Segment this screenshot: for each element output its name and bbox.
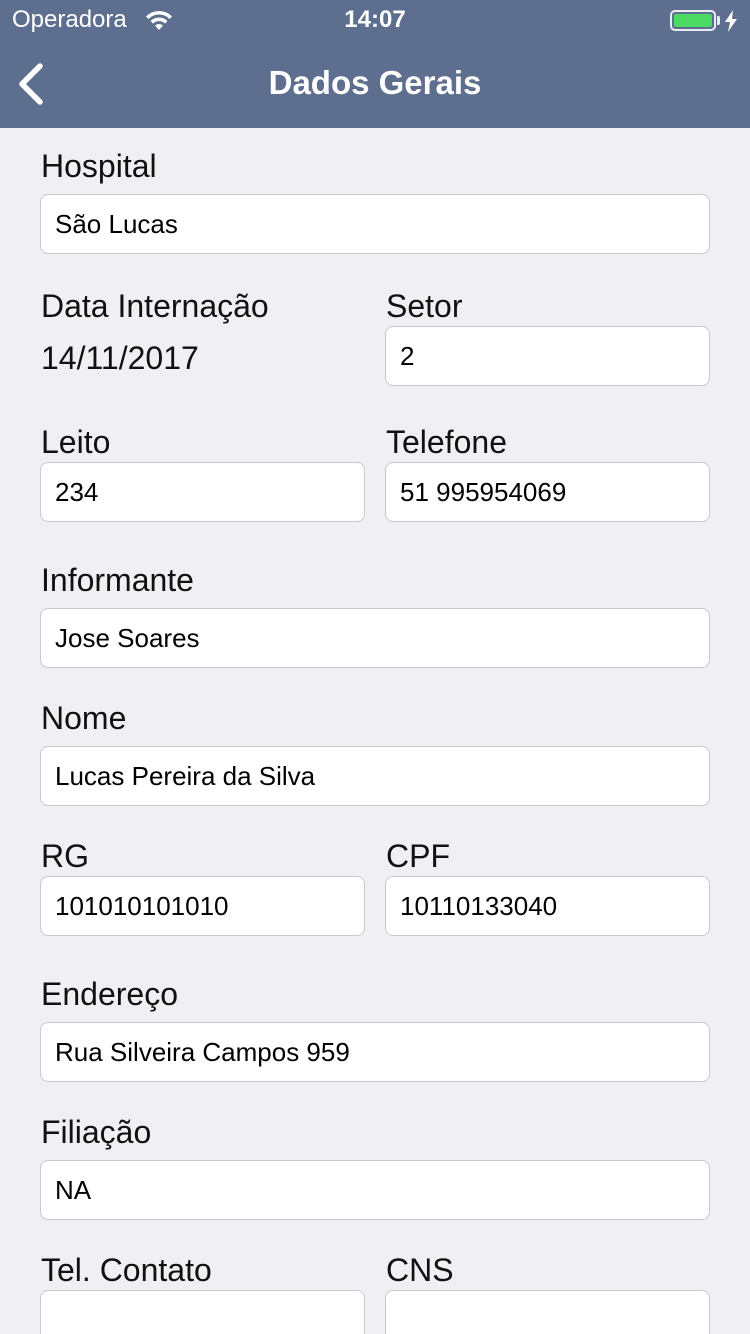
leito-label: Leito [41,424,111,460]
battery-tip [717,16,720,25]
cns-label: CNS [386,1252,454,1288]
data-internacao-value: 14/11/2017 [41,340,199,376]
nome-label: Nome [41,700,127,736]
filiacao-label: Filiação [41,1114,152,1150]
filiacao-field[interactable] [40,1160,710,1220]
charging-bolt-icon [725,10,737,32]
leito-field[interactable] [40,462,365,522]
endereco-field[interactable] [40,1022,710,1082]
rg-label: RG [41,838,89,874]
telefone-label: Telefone [386,424,507,460]
hospital-field[interactable] [40,194,710,254]
hospital-label: Hospital [41,148,157,184]
cns-field[interactable] [385,1290,710,1334]
cpf-field[interactable] [385,876,710,936]
battery-icon [670,10,716,31]
rg-field[interactable] [40,876,365,936]
tel-contato-label: Tel. Contato [41,1252,212,1288]
page-title: Dados Gerais [268,64,482,101]
endereco-label: Endereço [41,976,178,1012]
telefone-field[interactable] [385,462,710,522]
data-internacao-label: Data Internação [41,288,269,324]
setor-label: Setor [386,288,463,324]
clock: 14:07 [344,6,406,33]
navigation-bar: Operadora 14:07 Dados Gerais [0,0,750,128]
cpf-label: CPF [386,838,450,874]
status-bar: Operadora 14:07 [0,0,750,40]
setor-field[interactable] [385,326,710,386]
tel-contato-field[interactable] [40,1290,365,1334]
informante-label: Informante [41,562,194,598]
nome-field[interactable] [40,746,710,806]
informante-field[interactable] [40,608,710,668]
battery-fill [674,14,712,27]
